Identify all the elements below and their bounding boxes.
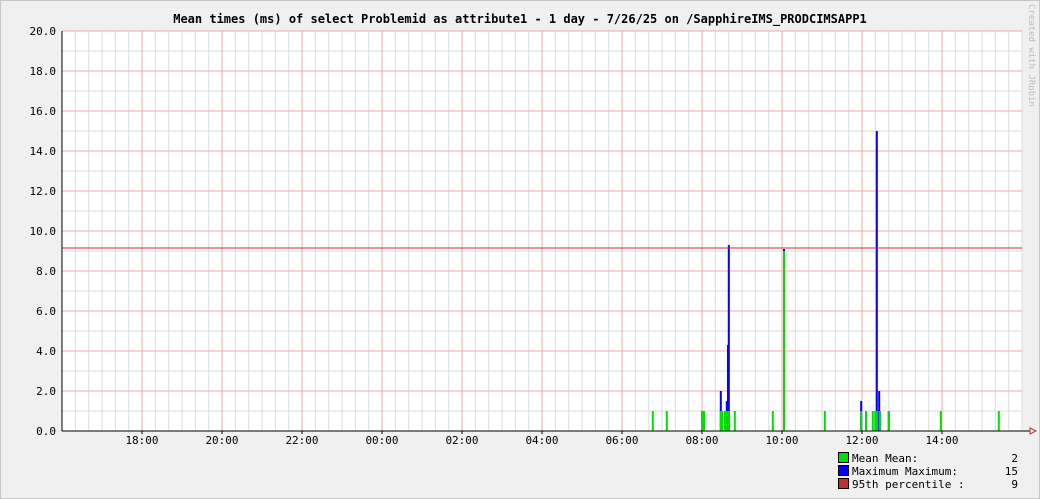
y-tick-label: 12.0 [30,185,57,198]
mean-bar [771,411,774,431]
mean-bar [887,411,890,431]
mean-bar [703,411,705,431]
y-tick-label: 6.0 [36,305,56,318]
mean-bar [727,411,730,431]
mean-swatch [838,452,849,463]
x-tick-label: 04:00 [525,434,558,447]
legend-item-percentile: 95th percentile : 9 [838,478,1028,491]
mean-bar [879,411,881,431]
x-tick-label: 10:00 [765,434,798,447]
mean-bar [733,411,736,431]
x-tick-label: 14:00 [925,434,958,447]
mean-bar [783,251,785,431]
mean-bar [651,411,654,431]
y-tick-label: 18.0 [30,65,57,78]
mean-bar [721,411,723,431]
x-axis-arrow [1029,427,1038,435]
chart-title: Mean times (ms) of select Problemid as a… [173,12,867,27]
watermark: Created with JRobin [1026,4,1036,107]
mean-bar [723,411,726,431]
y-tick-label: 8.0 [36,265,56,278]
percentile-swatch [838,478,849,489]
maximum-bar [875,131,878,431]
mean-bar [865,411,867,431]
x-tick-label: 02:00 [445,434,478,447]
legend: Mean Mean: 2 Maximum Maximum: 15 95th pe… [838,452,1028,491]
x-tick-label: 08:00 [685,434,718,447]
plot-area: 0.0 2.0 4.0 6.0 8.0 10.0 12.0 14.0 16.0 18.0 20.0 1… [30,25,1038,447]
maximum-swatch [838,465,849,476]
mean-bar [725,411,728,431]
y-tick-label: 4.0 [36,345,56,358]
legend-label-percentile: 95th percentile : [852,478,965,491]
x-tick-label: 18:00 [125,434,158,447]
legend-value-maximum: 15 [1004,465,1018,478]
mean-bar [997,411,1000,431]
y-tick-label: 20.0 [30,25,57,38]
mean-bar [871,411,874,431]
mean-bar [701,411,703,431]
legend-item-maximum: Maximum Maximum: 15 [838,465,1028,478]
mean-bar [823,411,826,431]
legend-value-mean: 2 [1011,452,1018,465]
y-tick-label: 14.0 [30,145,57,158]
mean-bar [875,411,878,431]
x-tick-label: 12:00 [845,434,878,447]
x-tick-label: 20:00 [205,434,238,447]
legend-label-mean: Mean Mean: [852,452,919,465]
x-tick-label: 22:00 [285,434,318,447]
y-tick-label: 0.0 [36,425,56,438]
x-tick-label: 06:00 [605,434,638,447]
mean-bar [939,411,942,431]
mean-bar [665,411,668,431]
chart: Mean times (ms) of select Problemid as a… [30,4,1038,447]
legend-value-percentile: 9 [1011,478,1018,491]
y-tick-label: 2.0 [36,385,56,398]
legend-item-mean: Mean Mean: 2 [838,452,1028,465]
y-tick-label: 16.0 [30,105,57,118]
legend-label-maximum: Maximum Maximum: [852,465,958,478]
y-tick-label: 10.0 [30,225,57,238]
mean-bar [860,411,863,431]
maximum-bar [727,245,730,431]
x-tick-label: 00:00 [365,434,398,447]
